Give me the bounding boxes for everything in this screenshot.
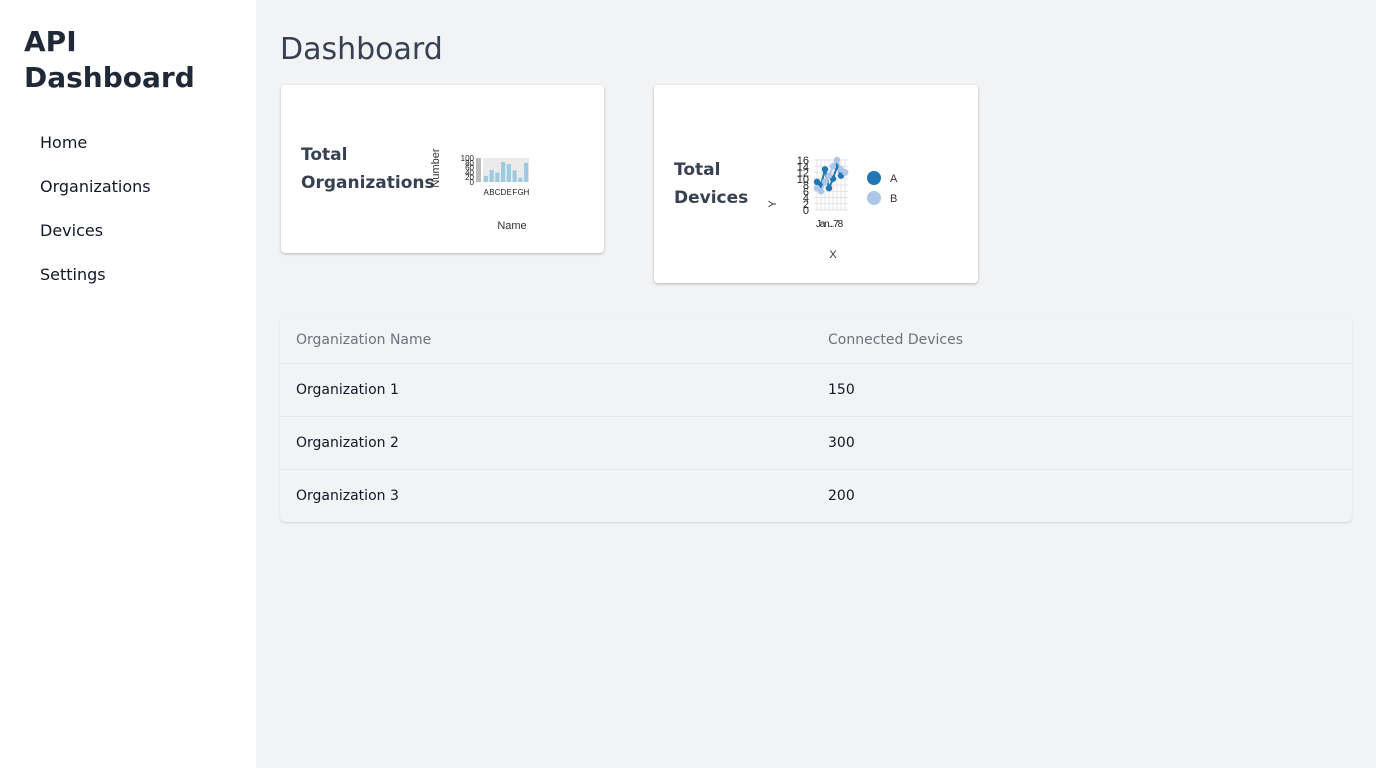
card-label: Total Devices (674, 160, 749, 208)
org-name-cell: Organization 3 (296, 487, 399, 504)
y-tick-label: 16 (797, 155, 809, 167)
bar (489, 169, 494, 182)
sidebar-nav: Home Organizations Devices Settings (40, 120, 151, 296)
bar (483, 175, 488, 182)
axis-band (476, 158, 481, 182)
table-row[interactable]: Organization 2 300 (280, 416, 1352, 470)
data-point (833, 156, 841, 164)
legend-marker (867, 171, 881, 185)
bar (501, 161, 506, 182)
sidebar-item-organizations[interactable]: Organizations (40, 164, 151, 208)
bar (512, 170, 517, 182)
sidebar-item-devices[interactable]: Devices (40, 208, 151, 252)
data-point (817, 188, 825, 195)
main-content: Dashboard Total Organizations Number 0 20 4… (256, 0, 1376, 768)
x-tick-label: H (523, 188, 529, 197)
table-row[interactable]: Organization 3 200 (280, 469, 1352, 522)
data-point (821, 166, 829, 173)
x-axis-label: X (829, 249, 837, 261)
device-count-cell: 300 (812, 416, 1352, 470)
y-axis-label: Y (767, 200, 779, 208)
legend-label: A (890, 173, 898, 185)
bar (495, 172, 500, 182)
y-axis-label: Number (430, 148, 442, 187)
table-row[interactable]: Organization 1 150 (280, 363, 1352, 417)
bar (506, 164, 511, 182)
total-organizations-card: Total Organizations Number 0 20 40 60 80 100 A B… (281, 85, 604, 253)
device-count-cell: 150 (812, 363, 1352, 417)
card-label: Total Organizations (301, 145, 435, 193)
column-header: Organization Name (280, 317, 812, 364)
device-count-cell: 200 (828, 487, 855, 504)
org-name-cell: Organization 1 (280, 363, 812, 417)
page-title: Dashboard (280, 32, 443, 67)
y-tick-label: 100 (461, 154, 475, 163)
x-tick-label: B (489, 188, 494, 197)
x-tick-label: Jan...78 (816, 219, 844, 230)
sidebar-item-settings[interactable]: Settings (40, 252, 151, 296)
org-name-cell: Organization 2 (280, 416, 812, 470)
data-point (825, 184, 833, 192)
x-axis-label: Name (497, 220, 526, 232)
sidebar: API Dashboard Home Organizations Devices… (0, 0, 256, 768)
legend-label: B (890, 193, 897, 205)
devices-line-chart: Y0246810121416Jan...78XAB (767, 155, 898, 261)
data-point (821, 178, 829, 186)
column-header: Connected Devices (812, 317, 1352, 364)
data-point (841, 169, 849, 176)
bar (518, 177, 523, 182)
sidebar-item-home[interactable]: Home (40, 120, 151, 164)
app-title: API Dashboard (24, 25, 195, 94)
data-point (829, 163, 837, 170)
legend-marker (867, 191, 881, 205)
table-header-row: Organization Name Connected Devices (280, 317, 1352, 364)
total-devices-card: Total Devices Y 0 2 4 6 8 10 12 14 16 Jan...78 X A B (654, 85, 978, 283)
data-point (825, 172, 833, 179)
bar (524, 162, 529, 182)
organizations-bar-chart: Number 020406080100A B C D E F G HName (430, 148, 530, 232)
x-tick-label: E (506, 188, 511, 197)
organizations-table: Organization Name Connected Devices Orga… (280, 317, 1352, 522)
